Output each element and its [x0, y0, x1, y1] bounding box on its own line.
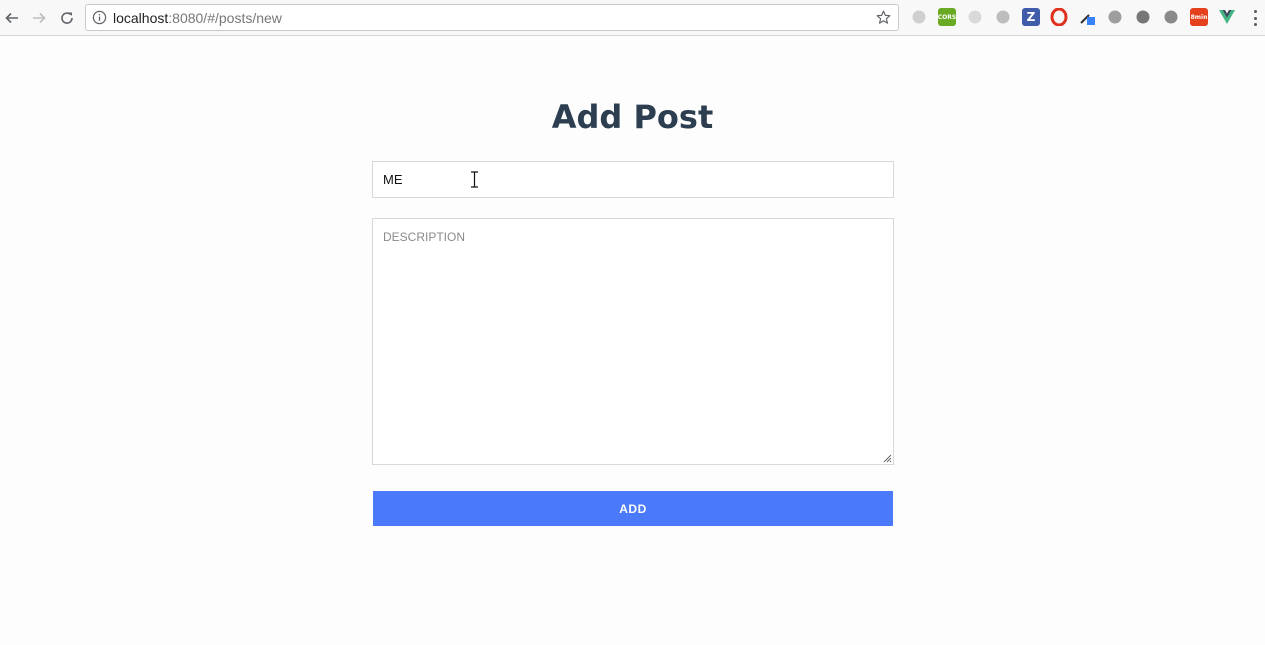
url-path: :8080/#/posts/new — [168, 10, 282, 26]
camera-extension-icon[interactable] — [1134, 8, 1152, 26]
url-host: localhost — [113, 10, 169, 26]
title-input[interactable] — [372, 161, 894, 198]
reload-icon[interactable] — [55, 6, 79, 30]
eyedropper-extension-icon[interactable] — [1078, 8, 1096, 26]
info-icon[interactable] — [92, 10, 107, 25]
tomato-extension-icon[interactable] — [1162, 8, 1180, 26]
feather-extension-icon[interactable] — [910, 8, 928, 26]
browser-menu-icon[interactable] — [1249, 8, 1261, 28]
forward-icon[interactable] — [27, 6, 51, 30]
resize-handle-icon[interactable] — [882, 453, 892, 463]
description-textarea[interactable] — [372, 218, 894, 465]
zotero-extension-icon[interactable]: Z — [1022, 8, 1040, 26]
bookmark-star-icon[interactable] — [875, 9, 892, 26]
8min-extension-label: 8min — [1190, 13, 1208, 21]
8min-extension-icon[interactable]: 8min — [1190, 8, 1208, 26]
ghost-extension-icon[interactable] — [994, 8, 1012, 26]
cors-extension-label: CORS — [937, 13, 957, 21]
zotero-extension-label: Z — [1026, 10, 1036, 24]
vue-devtools-icon[interactable] — [1218, 8, 1236, 26]
page-title: Add Post — [551, 98, 714, 136]
pin-extension-icon[interactable] — [1106, 8, 1124, 26]
address-bar[interactable]: localhost:8080/#/posts/new — [85, 4, 899, 31]
cors-extension-icon[interactable]: CORS — [938, 8, 956, 26]
url-text: localhost:8080/#/posts/new — [113, 10, 282, 26]
text-cursor-icon — [471, 171, 478, 188]
back-icon[interactable] — [0, 6, 24, 30]
browser-toolbar: localhost:8080/#/posts/new CORS Z 8min — [0, 0, 1265, 36]
add-button[interactable]: ADD — [373, 491, 893, 526]
grid-extension-icon[interactable] — [966, 8, 984, 26]
opera-extension-icon[interactable] — [1050, 8, 1068, 26]
